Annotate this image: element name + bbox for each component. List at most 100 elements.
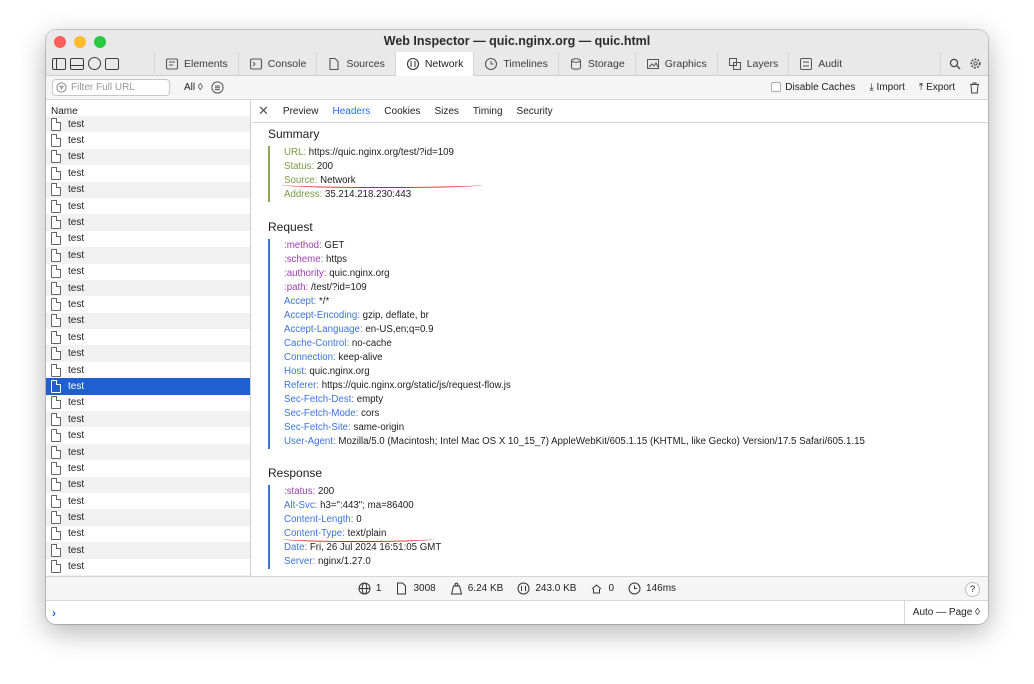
tab-elements[interactable]: Elements [154, 51, 238, 76]
document-icon [51, 297, 61, 311]
header-key: URL: [284, 147, 307, 158]
execution-context-select[interactable]: Auto — Page ◊ [903, 601, 988, 624]
header-field: :authority: quic.nginx.org [284, 267, 865, 281]
request-row[interactable]: test [46, 329, 250, 345]
header-field: Accept-Language: en-US,en;q=0.9 [284, 323, 865, 337]
header-key: Status: [284, 161, 315, 172]
header-key: Sec-Fetch-Dest: [284, 394, 354, 405]
tab-sizes[interactable]: Sizes [434, 106, 458, 117]
tab-storage[interactable]: Storage [557, 51, 635, 76]
request-name: test [68, 544, 85, 556]
request-row[interactable]: test [46, 542, 250, 559]
trash-icon[interactable] [969, 82, 980, 94]
tab-timing[interactable]: Timing [473, 106, 503, 117]
document-icon [51, 379, 61, 393]
search-icon[interactable] [949, 58, 961, 70]
tab-bar: Elements Console Sources Network Timelin… [46, 51, 988, 76]
header-key: Sec-Fetch-Mode: [284, 408, 359, 419]
tab-sources[interactable]: Sources [316, 51, 395, 76]
request-row[interactable]: test [46, 411, 250, 428]
tab-network[interactable]: Network [394, 51, 474, 76]
request-row[interactable]: test [46, 345, 250, 362]
disable-caches-checkbox[interactable]: Disable Caches [771, 82, 855, 93]
request-row[interactable]: test [46, 214, 250, 231]
dock-left-icon[interactable] [52, 57, 66, 70]
header-value: no-cache [351, 338, 392, 349]
header-value: GET [324, 240, 345, 251]
request-row[interactable]: test [46, 148, 250, 166]
list-options-icon[interactable] [211, 81, 224, 94]
tab-security[interactable]: Security [517, 106, 553, 117]
minimize-window-button[interactable] [74, 36, 86, 48]
request-row[interactable]: test [46, 198, 250, 214]
request-row[interactable]: test [46, 231, 250, 247]
request-row[interactable]: test [46, 165, 250, 181]
close-window-button[interactable] [54, 36, 66, 48]
request-row[interactable]: test [46, 116, 250, 133]
close-detail-icon[interactable]: ✕ [258, 103, 269, 119]
redirects-count: 0 [608, 583, 615, 594]
request-row[interactable]: test [46, 181, 250, 198]
domains-count: 1 [375, 583, 382, 594]
tab-timelines[interactable]: Timelines [473, 51, 558, 76]
request-row[interactable]: test [46, 264, 250, 280]
zoom-window-button[interactable] [94, 36, 106, 48]
request-row[interactable]: test [46, 509, 250, 526]
header-value: 200 [317, 486, 335, 497]
tab-audit[interactable]: Audit [788, 51, 852, 76]
request-row[interactable]: test [46, 427, 250, 443]
web-inspector-window: Web Inspector — quic.nginx.org — quic.ht… [46, 30, 988, 624]
type-filter-value: All [184, 82, 196, 93]
resources-icon [517, 582, 530, 595]
clock-icon [628, 582, 641, 595]
document-icon [51, 445, 61, 459]
inspect-element-icon[interactable] [88, 57, 101, 70]
import-button[interactable]: ⤓ Import [869, 82, 905, 93]
tab-cookies[interactable]: Cookies [384, 106, 420, 117]
request-row[interactable]: test [46, 296, 250, 312]
request-row[interactable]: test [46, 378, 250, 395]
console-prompt[interactable]: › [52, 606, 56, 620]
help-button[interactable]: ? [965, 582, 980, 597]
timelines-icon [485, 57, 498, 70]
header-field: Date: Fri, 26 Jul 2024 16:51:05 GMT [284, 541, 441, 555]
export-icon: ⤒ [918, 82, 924, 93]
header-key: Sec-Fetch-Site: [284, 422, 351, 433]
header-value: Fri, 26 Jul 2024 16:51:05 GMT [309, 542, 442, 553]
request-name: test [68, 397, 85, 409]
request-row[interactable]: test [46, 132, 250, 148]
request-row[interactable]: test [46, 526, 250, 542]
header-field: Accept: */* [284, 295, 865, 309]
export-button[interactable]: ⤒ Export [919, 82, 955, 93]
gear-icon[interactable] [969, 57, 982, 70]
header-field: Cache-Control: no-cache [284, 337, 865, 351]
tab-console[interactable]: Console [237, 51, 317, 76]
tab-headers[interactable]: Headers [332, 106, 370, 117]
request-name: test [68, 266, 85, 278]
header-key: :method: [284, 240, 322, 251]
tab-label: Console [267, 57, 307, 70]
request-row[interactable]: test [46, 247, 250, 264]
request-row[interactable]: test [46, 493, 250, 509]
document-icon [51, 511, 61, 525]
tab-layers[interactable]: Layers [716, 51, 789, 76]
tab-preview[interactable]: Preview [283, 106, 319, 117]
filter-url-input[interactable]: Filter Full URL [52, 79, 170, 96]
request-row[interactable]: test [46, 279, 250, 297]
export-label: Export [926, 82, 955, 93]
header-key: :status: [284, 486, 316, 497]
tab-label: Layers [746, 57, 779, 70]
request-row[interactable]: test [46, 395, 250, 411]
request-row[interactable]: test [46, 443, 250, 461]
redirects-stat: 0 [590, 582, 614, 595]
tab-graphics[interactable]: Graphics [634, 51, 717, 76]
request-row[interactable]: test [46, 460, 250, 476]
request-row[interactable]: test [46, 312, 250, 330]
device-settings-icon[interactable] [105, 57, 119, 70]
filter-icon [56, 82, 67, 93]
request-row[interactable]: test [46, 362, 250, 378]
request-row[interactable]: test [46, 559, 250, 575]
type-filter-select[interactable]: All ◊ [184, 82, 203, 93]
dock-bottom-icon[interactable] [70, 57, 84, 70]
request-row[interactable]: test [46, 476, 250, 493]
